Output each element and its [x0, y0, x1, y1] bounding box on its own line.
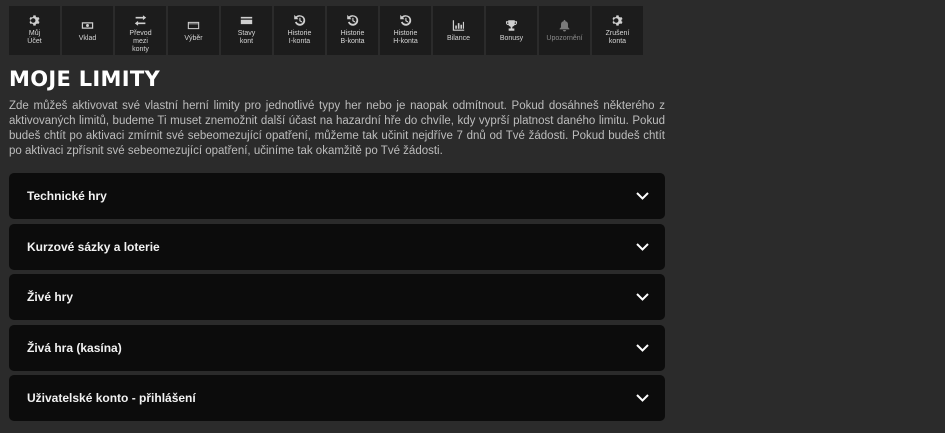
nav-item-my-account[interactable]: Můj Účet: [9, 6, 60, 55]
accordion-item-odds-betting-lotteries[interactable]: Kurzové sázky a loterie: [9, 223, 665, 270]
nav-item-label: Stavy kont: [237, 30, 256, 45]
limits-accordion: Technické hry Kurzové sázky a loterie Ži…: [9, 173, 665, 426]
nav-item-label: Můj Účet: [27, 30, 42, 45]
nav-item-label: Historie B-konta: [340, 30, 365, 45]
nav-item-history-b-account[interactable]: Historie B-konta: [327, 6, 378, 55]
nav-item-notifications[interactable]: Upozornění: [539, 6, 590, 55]
nav-item-bonuses[interactable]: Bonusy: [486, 6, 537, 55]
accordion-item-label: Uživatelské konto - přihlášení: [27, 391, 196, 405]
wallet-card-icon: [240, 13, 254, 27]
chevron-down-icon: [636, 242, 649, 251]
nav-item-label: Historie I-konta: [287, 30, 312, 45]
history-icon: [399, 13, 413, 27]
nav-item-history-h-account[interactable]: Historie H-konta: [380, 6, 431, 55]
nav-item-withdrawal[interactable]: Výběr: [168, 6, 219, 55]
gear-icon: [611, 13, 625, 27]
chevron-down-icon: [636, 192, 649, 200]
bar-chart-icon: [452, 19, 466, 33]
nav-item-label: Zrušení konta: [605, 30, 630, 45]
accordion-item-live-games[interactable]: Živé hry: [9, 274, 665, 320]
bell-icon: [558, 19, 572, 33]
nav-item-label: Historie H-konta: [393, 30, 418, 45]
nav-item-label: Výběr: [184, 34, 203, 42]
intro-text: Zde můžeš aktivovat své vlastní herní li…: [9, 100, 665, 157]
accordion-item-technical-games[interactable]: Technické hry: [9, 173, 665, 219]
page-title: MOJE LIMITY: [9, 67, 160, 91]
nav-item-balance[interactable]: Bilance: [433, 6, 484, 55]
chevron-down-icon: [636, 394, 649, 402]
card-icon: [187, 19, 201, 33]
history-icon: [293, 13, 307, 27]
nav-item-label: Vklad: [78, 34, 97, 42]
chevron-down-icon: [636, 293, 649, 301]
nav-item-deposit[interactable]: Vklad: [62, 6, 113, 55]
accordion-item-label: Technické hry: [27, 189, 107, 203]
accordion-item-live-casino[interactable]: Živá hra (kasína): [9, 324, 665, 371]
accordion-item-user-account-login[interactable]: Uživatelské konto - přihlášení: [9, 375, 665, 421]
accordion-item-label: Živá hra (kasína): [27, 340, 122, 355]
nav-item-account-balances[interactable]: Stavy kont: [221, 6, 272, 55]
gear-icon: [28, 13, 42, 27]
nav-item-close-account[interactable]: Zrušení konta: [592, 6, 643, 55]
trophy-icon: [505, 19, 519, 33]
nav-item-label: Převod mezi konty: [129, 30, 152, 53]
accordion-item-label: Kurzové sázky a loterie: [27, 239, 160, 254]
nav-item-label: Upozornění: [546, 34, 583, 42]
history-icon: [346, 13, 360, 27]
cash-icon: [81, 19, 95, 33]
nav-item-transfer[interactable]: Převod mezi konty: [115, 6, 166, 55]
page: Můj Účet Vklad Převod mezi konty Výběr S…: [0, 0, 945, 433]
transfer-icon: [134, 13, 148, 27]
account-nav: Můj Účet Vklad Převod mezi konty Výběr S…: [9, 6, 643, 55]
chevron-down-icon: [636, 343, 649, 352]
nav-item-label: Bilance: [447, 34, 470, 42]
nav-item-label: Bonusy: [499, 34, 524, 42]
nav-item-history-i-account[interactable]: Historie I-konta: [274, 6, 325, 55]
accordion-item-label: Živé hry: [27, 290, 74, 304]
